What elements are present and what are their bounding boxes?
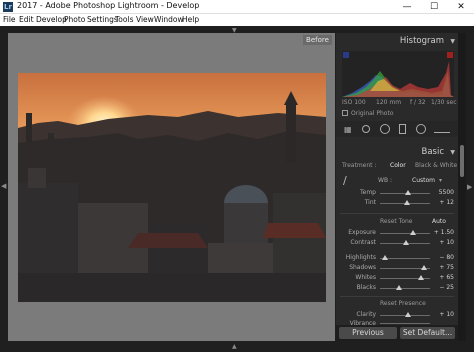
shadows-value[interactable]: + 75 xyxy=(432,264,454,271)
wb-dropdown-icon[interactable]: ▾ xyxy=(439,177,442,184)
wb-select[interactable]: Custom xyxy=(412,177,435,184)
highlight-clipping-indicator xyxy=(447,52,453,58)
blacks-thumb[interactable] xyxy=(396,285,402,290)
exposure-value[interactable]: + 1.50 xyxy=(432,229,454,236)
menu-photo[interactable]: Photo xyxy=(64,15,85,24)
exposure-thumb[interactable] xyxy=(409,230,416,235)
clarity-label: Clarity xyxy=(356,311,376,318)
panel-scrollbar[interactable] xyxy=(458,33,466,341)
photo-preview[interactable] xyxy=(18,73,326,302)
menu-tools[interactable]: Tools xyxy=(115,15,133,24)
temp-thumb[interactable] xyxy=(404,190,411,195)
spot-removal-icon[interactable] xyxy=(362,125,370,133)
whites-value[interactable]: + 65 xyxy=(432,274,454,281)
whites-label: Whites xyxy=(355,274,376,281)
menu-window[interactable]: Window xyxy=(154,15,184,24)
graduated-filter-icon[interactable] xyxy=(399,124,406,134)
blacks-label: Blacks xyxy=(356,284,376,291)
menu-file[interactable]: File xyxy=(3,15,16,24)
crop-tool-icon[interactable]: ▦ xyxy=(344,125,352,134)
original-photo-checkbox[interactable] xyxy=(342,110,348,116)
shadows-thumb[interactable] xyxy=(420,265,427,270)
blacks-track[interactable] xyxy=(380,288,430,289)
auto-tone-button[interactable]: Auto xyxy=(432,218,446,225)
reset-tone-label[interactable]: Reset Tone xyxy=(380,218,412,225)
adjustment-brush-icon[interactable] xyxy=(434,125,450,133)
close-icon[interactable]: ✕ xyxy=(448,0,474,14)
minimize-icon[interactable]: — xyxy=(394,0,420,14)
contrast-value[interactable]: + 10 xyxy=(432,239,454,246)
exif-focal: 120 mm xyxy=(376,99,402,106)
exposure-label: Exposure xyxy=(348,229,376,236)
temp-value[interactable]: 5500 xyxy=(432,189,454,196)
menu-develop[interactable]: Develop xyxy=(36,15,67,24)
exif-shutter: 1/30 sec xyxy=(431,99,457,106)
set-default-button[interactable]: Set Default... xyxy=(400,327,455,339)
panel-scrollbar-thumb[interactable] xyxy=(460,145,464,177)
reset-presence-label[interactable]: Reset Presence xyxy=(380,300,426,307)
right-panel-toggle-icon[interactable]: ▶ xyxy=(467,183,472,191)
right-panel: Histogram ▼ ISO 100 120 mm f / 32 1/30 s… xyxy=(336,33,458,341)
original-photo-label: Original Photo xyxy=(351,110,394,117)
tint-thumb[interactable] xyxy=(403,200,410,205)
histogram-graph[interactable] xyxy=(342,51,454,97)
filmstrip-toggle-icon[interactable]: ▲ xyxy=(232,343,237,350)
tint-label: Tint xyxy=(364,199,376,206)
shadow-clipping-indicator xyxy=(343,52,349,58)
left-panel-toggle-icon[interactable]: ◀ xyxy=(1,182,6,190)
shadows-label: Shadows xyxy=(349,264,376,271)
treatment-bw-option[interactable]: Black & White xyxy=(415,162,457,169)
blacks-value[interactable]: − 25 xyxy=(432,284,454,291)
menu-view[interactable]: View xyxy=(136,15,154,24)
red-eye-icon[interactable] xyxy=(380,124,390,134)
treatment-color-option[interactable]: Color xyxy=(390,162,406,169)
previous-button[interactable]: Previous xyxy=(339,327,397,339)
menu-settings[interactable]: Settings xyxy=(87,15,118,24)
exif-aperture: f / 32 xyxy=(410,99,426,106)
vibrance-track[interactable] xyxy=(380,323,430,324)
window-title: 2017 - Adobe Photoshop Lightroom - Devel… xyxy=(17,1,200,10)
wb-label: WB : xyxy=(378,177,392,184)
white-balance-selector-icon[interactable]: ∕ xyxy=(343,174,347,187)
highlights-thumb[interactable] xyxy=(382,255,388,260)
basic-title: Basic xyxy=(421,147,444,157)
before-label: Before xyxy=(303,35,332,45)
menu-help[interactable]: Help xyxy=(182,15,199,24)
contrast-label: Contrast xyxy=(350,239,376,246)
basic-collapse-icon[interactable]: ▼ xyxy=(450,149,455,156)
highlights-label: Highlights xyxy=(345,254,376,261)
whites-thumb[interactable] xyxy=(418,275,424,280)
radial-filter-icon[interactable] xyxy=(416,124,426,134)
lightroom-app-icon: Lr xyxy=(3,2,13,12)
clarity-thumb[interactable] xyxy=(404,312,411,317)
tint-value[interactable]: + 12 xyxy=(432,199,454,206)
clarity-value[interactable]: + 10 xyxy=(432,311,454,318)
menu-edit[interactable]: Edit xyxy=(19,15,34,24)
treatment-label: Treatment : xyxy=(342,162,377,169)
exposure-track[interactable] xyxy=(380,233,430,234)
histogram-title: Histogram xyxy=(399,36,444,46)
contrast-thumb[interactable] xyxy=(403,240,409,245)
divider xyxy=(340,296,454,297)
divider xyxy=(340,213,454,214)
highlights-value[interactable]: − 80 xyxy=(432,254,454,261)
menu-bar: File Edit Develop Photo Settings Tools V… xyxy=(0,14,474,26)
title-bar: Lr 2017 - Adobe Photoshop Lightroom - De… xyxy=(0,0,474,14)
temp-label: Temp xyxy=(360,189,376,196)
histogram-collapse-icon[interactable]: ▼ xyxy=(450,38,455,45)
maximize-icon[interactable]: ☐ xyxy=(421,0,447,14)
exif-iso: ISO 100 xyxy=(342,99,366,106)
